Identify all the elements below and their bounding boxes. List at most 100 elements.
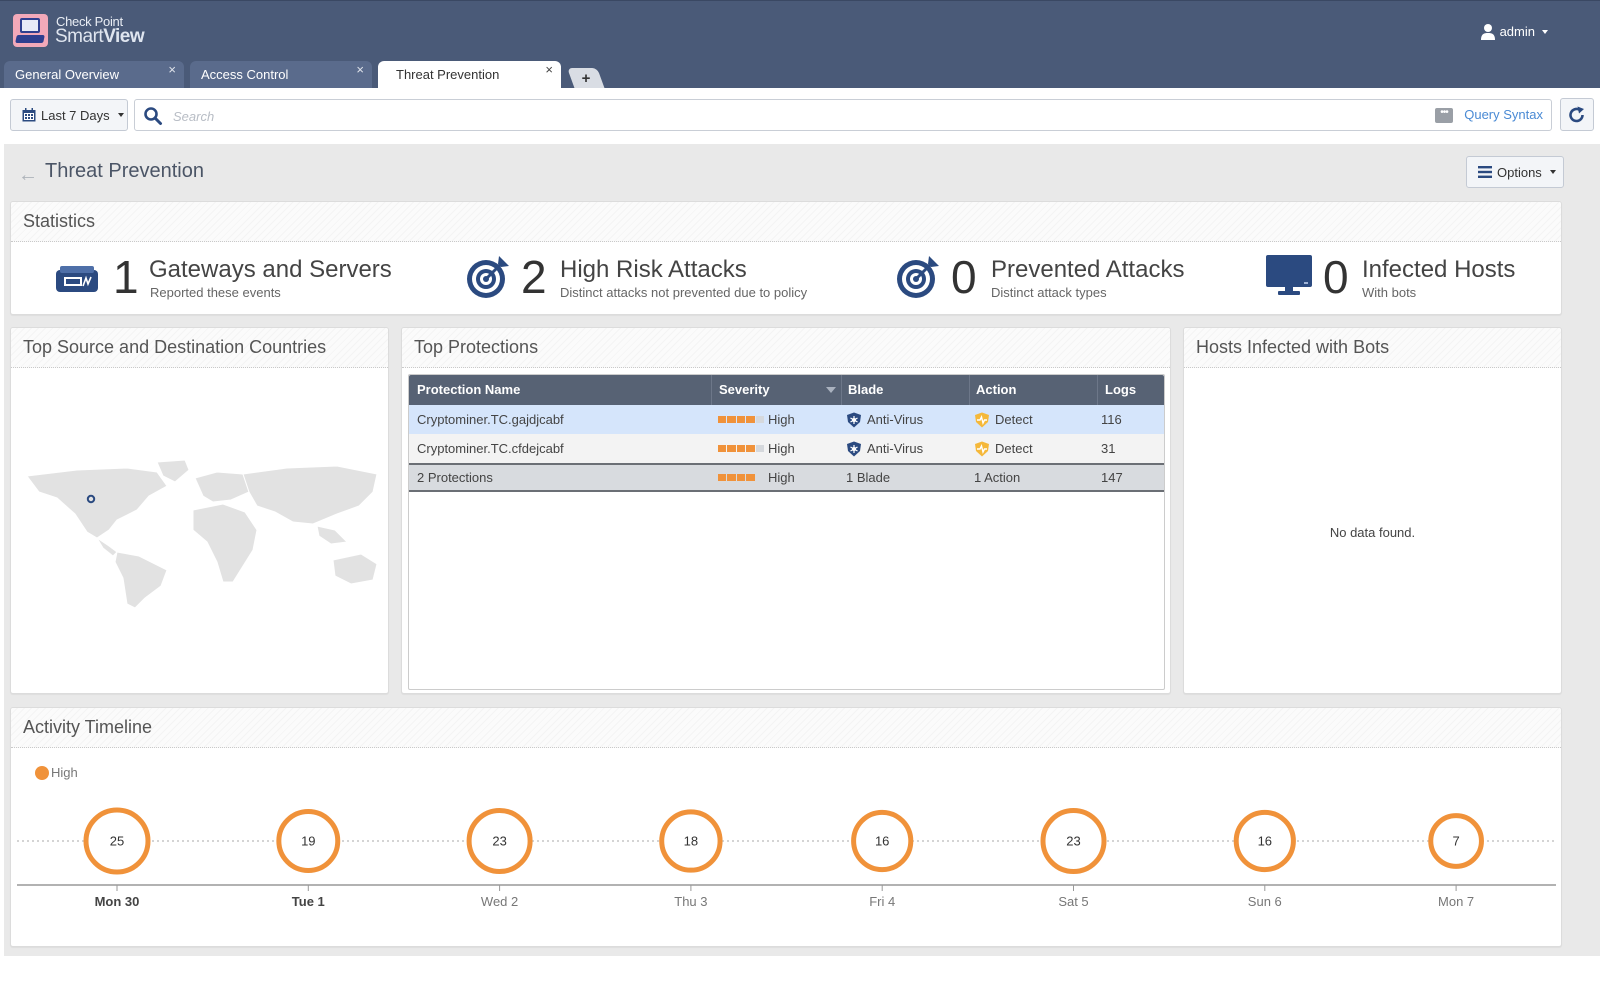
- severity-label: High: [768, 470, 795, 485]
- countries-panel: Top Source and Destination Countries: [10, 327, 389, 694]
- x-tick-label: Tue 1: [292, 894, 325, 909]
- stat-label: High Risk Attacks: [560, 256, 747, 283]
- stat-sub: Distinct attacks not prevented due to po…: [560, 285, 808, 300]
- close-icon[interactable]: ×: [356, 56, 364, 84]
- severity-bar: [718, 416, 765, 423]
- col-blade[interactable]: Blade: [848, 375, 883, 405]
- user-name: admin: [1499, 24, 1535, 39]
- total-protections: 2 Protections: [417, 470, 493, 485]
- col-severity[interactable]: Severity: [719, 375, 770, 405]
- query-syntax-link[interactable]: Query Syntax: [1464, 107, 1543, 122]
- table-row[interactable]: Cryptominer.TC.gajdjcabf High Anti-Virus…: [409, 405, 1164, 434]
- panel-title: Hosts Infected with Bots: [1196, 337, 1390, 357]
- close-icon[interactable]: ×: [545, 56, 553, 84]
- search-box[interactable]: ••• Query Syntax: [134, 99, 1552, 131]
- bots-panel: Hosts Infected with Bots No data found.: [1183, 327, 1562, 694]
- stat-label: Infected Hosts: [1362, 256, 1516, 283]
- map-north-america: [26, 467, 168, 539]
- total-actions: 1 Action: [974, 470, 1021, 485]
- bubble-value-label: 7: [1452, 834, 1459, 849]
- timeline-chart: 25 Mon 30 19 Tue 1 23 Wed 2 18 Thu 3 16 Fri 4 23 Sa…: [17, 807, 1556, 909]
- blade-label: Anti-Virus: [867, 412, 924, 427]
- close-icon[interactable]: ×: [168, 56, 176, 84]
- table-header: Protection Name Severity Blade Action Lo…: [409, 375, 1164, 405]
- action-label: Detect: [995, 441, 1033, 456]
- world-map[interactable]: [17, 458, 387, 608]
- total-logs: 147: [1101, 470, 1123, 485]
- empty-state: No data found.: [1329, 525, 1416, 540]
- activity-timeline-panel: Activity Timeline High 25 Mon 30 19 Tue 1 23…: [10, 707, 1562, 947]
- query-syntax-icon[interactable]: •••: [1435, 108, 1453, 123]
- protection-name: Cryptominer.TC.gajdjcabf: [417, 412, 564, 427]
- user-menu[interactable]: admin: [1480, 23, 1548, 40]
- stat-value: 0: [951, 251, 977, 303]
- chevron-down-icon: [117, 113, 124, 117]
- bubble-value-label: 23: [492, 834, 506, 849]
- options-label: Options: [1497, 164, 1542, 180]
- sort-desc-icon[interactable]: [826, 387, 836, 393]
- target-icon: [897, 256, 939, 298]
- plus-icon: +: [581, 70, 591, 87]
- search-input[interactable]: [173, 105, 1373, 127]
- anti-virus-icon: [847, 441, 861, 457]
- tab-label: Access Control: [201, 67, 289, 82]
- panel-title: Top Protections: [414, 337, 539, 357]
- severity-bar: [718, 445, 765, 452]
- tab-access-control[interactable]: Access Control ×: [190, 61, 372, 89]
- stat-label: Prevented Attacks: [991, 256, 1185, 283]
- chevron-down-icon: [1542, 29, 1548, 34]
- x-tick-label: Mon 7: [1438, 894, 1474, 909]
- tab-label: General Overview: [15, 67, 120, 82]
- stat-label: Gateways and Servers: [149, 256, 392, 283]
- severity-label: High: [768, 441, 795, 456]
- col-protection-name[interactable]: Protection Name: [417, 375, 520, 405]
- top-protections-panel: Top Protections Protection Name Severity…: [401, 327, 1171, 694]
- toolbar: Last 7 Days ••• Query Syntax: [0, 88, 1600, 144]
- search-icon: [144, 107, 162, 125]
- legend-high-label[interactable]: High: [51, 765, 78, 780]
- detect-shield-icon: [975, 412, 989, 428]
- map-australia: [332, 553, 378, 585]
- options-button[interactable]: Options: [1466, 156, 1564, 188]
- x-tick-label: Mon 30: [95, 894, 140, 909]
- date-range-dropdown[interactable]: Last 7 Days: [10, 99, 128, 131]
- blade-label: Anti-Virus: [867, 441, 924, 456]
- map-europe: [194, 471, 250, 503]
- back-arrow-icon[interactable]: ←: [18, 164, 38, 187]
- detect-shield-icon: [975, 441, 989, 457]
- tab-threat-prevention[interactable]: Threat Prevention ×: [378, 61, 561, 89]
- col-action[interactable]: Action: [976, 375, 1016, 405]
- smartview-logo-icon: [13, 14, 48, 47]
- chevron-down-icon: [1549, 170, 1556, 174]
- stat-sub: Distinct attack types: [991, 285, 1107, 300]
- date-range-label: Last 7 Days: [41, 107, 110, 123]
- refresh-button[interactable]: [1560, 98, 1594, 131]
- main-content: ← Threat Prevention Options Statistics 1…: [4, 144, 1600, 956]
- x-tick-label: Wed 2: [481, 894, 518, 909]
- tab-general-overview[interactable]: General Overview ×: [4, 61, 184, 89]
- severity-bar: [718, 474, 764, 481]
- app-header: Check Point SmartView admin General Over…: [0, 0, 1600, 89]
- panel-header: [11, 202, 1561, 242]
- table-row[interactable]: Cryptominer.TC.cfdejcabf High Anti-Virus…: [409, 434, 1164, 463]
- monitor-icon: [1266, 255, 1312, 295]
- panel-title: Top Source and Destination Countries: [23, 337, 327, 357]
- bubble-value-label: 16: [1258, 834, 1272, 849]
- col-logs[interactable]: Logs: [1105, 375, 1136, 405]
- calendar-icon: [22, 108, 36, 122]
- map-asia: [242, 465, 378, 525]
- gateway-icon: [56, 266, 98, 292]
- tab-label: Threat Prevention: [396, 67, 500, 82]
- action-label: Detect: [995, 412, 1033, 427]
- map-africa: [192, 503, 258, 583]
- page-title: Threat Prevention: [45, 160, 204, 182]
- x-tick-label: Sat 5: [1058, 894, 1088, 909]
- add-tab-button[interactable]: +: [567, 68, 605, 89]
- protection-name: Cryptominer.TC.cfdejcabf: [417, 441, 564, 456]
- map-south-america: [114, 551, 168, 608]
- severity-label: High: [768, 412, 795, 427]
- product-name: SmartView: [55, 26, 145, 47]
- total-blades: 1 Blade: [846, 470, 891, 485]
- refresh-icon: [1569, 106, 1584, 122]
- stat-value: 2: [521, 251, 547, 303]
